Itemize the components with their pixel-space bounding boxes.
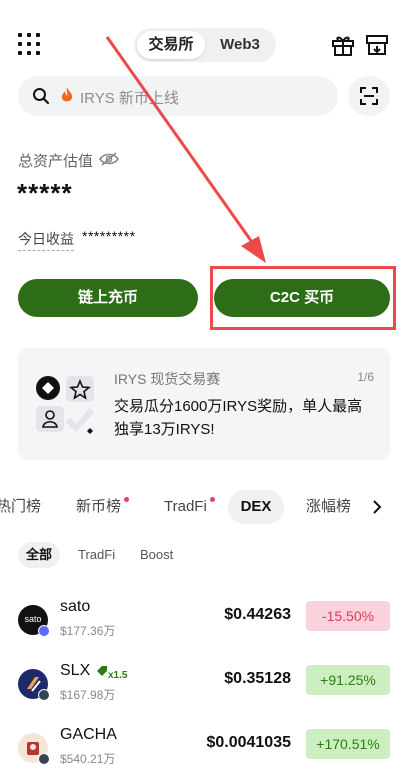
- tab-hot[interactable]: 热门榜: [0, 490, 41, 524]
- market-volume: $540.21万: [60, 752, 116, 766]
- new-dot: [209, 497, 215, 502]
- subtab-tradfi[interactable]: TradFi: [78, 542, 115, 568]
- mode-switch: 交易所 Web3: [134, 28, 276, 62]
- top-bar: 交易所 Web3: [0, 26, 412, 66]
- promo-description: 交易瓜分1600万IRYS奖励，单人最高独享13万IRYS!: [114, 398, 363, 438]
- leverage-tag-icon: [97, 666, 107, 676]
- market-symbol: SLX: [60, 662, 91, 679]
- tab-dex[interactable]: DEX: [228, 490, 284, 524]
- leverage-label: x1.5: [108, 670, 128, 681]
- gacha-coin-icon: [18, 733, 50, 765]
- market-row-gacha[interactable]: GACHA $540.21万 $0.0041035 +170.51%: [0, 726, 412, 770]
- new-dot: [124, 497, 130, 502]
- promo-page-indicator: 1/6: [357, 370, 374, 384]
- slx-coin-icon: [18, 669, 50, 701]
- scan-icon: [360, 87, 378, 105]
- grid-menu-icon[interactable]: [18, 33, 40, 55]
- promo-banner[interactable]: IRYS 现货交易赛 1/6 交易瓜分1600万IRYS奖励，单人最高独享13万…: [18, 348, 390, 460]
- market-change[interactable]: -15.50%: [306, 601, 390, 631]
- market-row-slx[interactable]: SLX x1.5 $167.98万 $0.35128 +91.25%: [0, 662, 412, 712]
- chain-badge-icon: [38, 689, 50, 701]
- market-symbol: sato: [60, 598, 91, 615]
- market-volume: $177.36万: [60, 624, 116, 638]
- market-price: $0.0041035: [206, 734, 291, 751]
- gift-icon[interactable]: [330, 32, 356, 58]
- promo-title: IRYS 现货交易赛: [114, 371, 221, 387]
- chevron-right-icon[interactable]: [371, 500, 383, 514]
- chain-badge-icon: [38, 625, 50, 637]
- tab-tradfi[interactable]: TradFi: [164, 490, 215, 524]
- market-change[interactable]: +170.51%: [306, 729, 390, 759]
- market-volume: $167.98万: [60, 688, 116, 702]
- market-price: $0.44263: [224, 606, 291, 623]
- today-pnl-value: *********: [82, 228, 136, 244]
- market-symbol: GACHA: [60, 726, 117, 743]
- store-icon[interactable]: [364, 32, 390, 58]
- chain-badge-icon: [38, 753, 50, 765]
- segment-exchange[interactable]: 交易所: [137, 31, 205, 59]
- search-bar[interactable]: IRYS 新币上线: [18, 76, 338, 116]
- ranking-tabs: 热门榜 新币榜 TradFi DEX 涨幅榜: [0, 490, 412, 526]
- fire-icon: [61, 87, 73, 102]
- promo-art-icon: [36, 376, 95, 434]
- market-change[interactable]: +91.25%: [306, 665, 390, 695]
- tab-gainers[interactable]: 涨幅榜: [306, 490, 350, 524]
- subtab-all[interactable]: 全部: [18, 542, 60, 568]
- scan-button[interactable]: [348, 76, 390, 116]
- market-price: $0.35128: [224, 670, 291, 687]
- segment-web3[interactable]: Web3: [208, 31, 272, 59]
- total-assets-label: 总资产估值: [18, 153, 94, 170]
- onchain-deposit-button[interactable]: 链上充币: [18, 279, 198, 317]
- market-row-sato[interactable]: sato sato $177.36万 $0.44263 -15.50%: [0, 598, 412, 648]
- tab-new-listing[interactable]: 新币榜: [76, 490, 130, 524]
- today-pnl-label[interactable]: 今日收益: [18, 229, 74, 251]
- subtab-boost[interactable]: Boost: [140, 542, 173, 568]
- search-icon: [33, 88, 50, 105]
- sato-coin-icon: sato: [18, 605, 50, 637]
- total-assets-value: *****: [17, 178, 73, 208]
- c2c-buy-button[interactable]: C2C 买币: [214, 279, 390, 317]
- search-placeholder: IRYS 新币上线: [80, 90, 179, 107]
- eye-hidden-icon[interactable]: [99, 151, 119, 167]
